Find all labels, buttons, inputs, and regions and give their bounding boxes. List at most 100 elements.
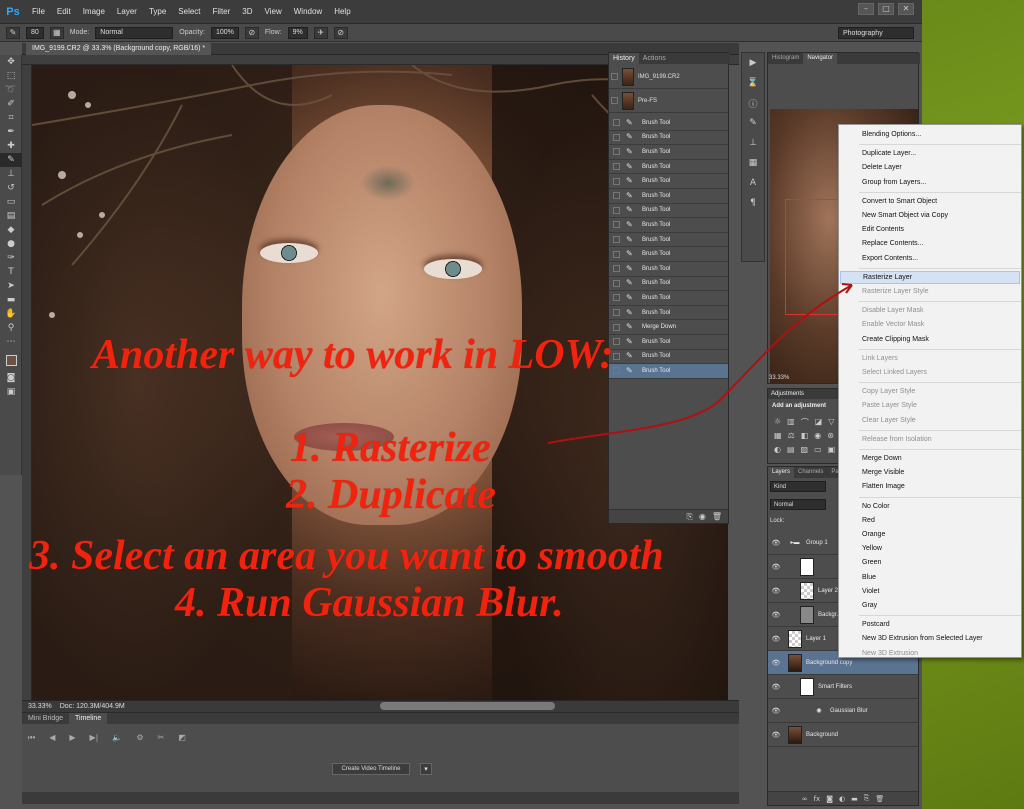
path-select-tool-icon[interactable]: ➤	[0, 279, 22, 293]
zoom-level[interactable]: 33.33%	[28, 703, 52, 710]
menu-select[interactable]: Select	[172, 7, 206, 16]
link-icon[interactable]: ∞	[802, 795, 808, 803]
context-menu-item[interactable]: Duplicate Layer...	[840, 147, 1020, 160]
mask-icon[interactable]: ◙	[826, 795, 833, 803]
tab-actions[interactable]: Actions	[639, 53, 670, 64]
posterize-icon[interactable]: ▤	[787, 445, 795, 454]
layer-row[interactable]: 👁 Smart Filters	[768, 675, 918, 699]
brush-tool-icon[interactable]: ✎	[0, 153, 22, 167]
crop-tool-icon[interactable]: ⌗	[0, 111, 22, 125]
visibility-eye-icon[interactable]: 👁	[768, 659, 784, 667]
healing-brush-tool-icon[interactable]: ✚	[0, 139, 22, 153]
eraser-tool-icon[interactable]: ▭	[0, 195, 22, 209]
document-tab[interactable]: IMG_9199.CR2 @ 33.3% (Background copy, R…	[26, 43, 212, 55]
split-icon[interactable]: ✂	[158, 733, 165, 743]
history-source-checkbox[interactable]	[613, 133, 620, 141]
layer-row[interactable]: 👁 ◉ Gaussian Blur	[768, 699, 918, 723]
history-state[interactable]: ✎ Brush Tool	[609, 262, 728, 277]
photo-filter-icon[interactable]: ◉	[814, 431, 821, 440]
menu-window[interactable]: Window	[288, 7, 328, 16]
context-menu-item[interactable]: Rasterize Layer	[840, 270, 1020, 284]
airbrush-icon[interactable]: ✈	[313, 26, 328, 39]
context-menu-item[interactable]: Postcard	[840, 618, 1020, 631]
history-state[interactable]: ✎ Brush Tool	[609, 233, 728, 248]
mode-select[interactable]: Normal	[95, 26, 174, 39]
brush-panel-icon[interactable]: ▦	[49, 26, 64, 39]
context-menu-item[interactable]: New 3D Extrusion from Selected Layer	[840, 632, 1020, 645]
visibility-eye-icon[interactable]: 👁	[768, 611, 784, 619]
history-source-checkbox[interactable]	[613, 119, 620, 127]
visibility-eye-icon[interactable]: 👁	[768, 731, 784, 739]
context-menu-item[interactable]: No Color	[840, 500, 1020, 513]
layer-thumbnail[interactable]	[788, 725, 802, 744]
zoom-tool-icon[interactable]: ⚲	[0, 321, 22, 335]
menu-edit[interactable]: Edit	[51, 7, 77, 16]
dodge-tool-icon[interactable]: ●	[0, 237, 22, 251]
brush-size-picker[interactable]: 80	[26, 26, 44, 39]
menu-layer[interactable]: Layer	[111, 7, 143, 16]
brush-icon[interactable]: ✎	[742, 113, 764, 133]
history-source-checkbox[interactable]	[613, 221, 620, 229]
invert-icon[interactable]: ◐	[774, 445, 781, 454]
menu-help[interactable]: Help	[328, 7, 356, 16]
menu-view[interactable]: View	[259, 7, 288, 16]
type-tool-icon[interactable]: T	[0, 265, 22, 279]
history-source-checkbox[interactable]	[613, 279, 620, 287]
context-menu-item[interactable]: Blending Options...	[840, 128, 1020, 141]
menu-3d[interactable]: 3D	[236, 7, 258, 16]
layer-thumbnail[interactable]	[788, 629, 802, 648]
history-source-checkbox[interactable]	[613, 352, 620, 360]
gradient-map-icon[interactable]: ▭	[814, 445, 822, 454]
history-state[interactable]: ✎ Brush Tool	[609, 364, 728, 379]
tab-histogram[interactable]: Histogram	[768, 53, 803, 64]
folder-icon[interactable]: ▬	[851, 795, 858, 803]
adjustment-layer-icon[interactable]: ◐	[839, 795, 845, 803]
vibrance-icon[interactable]: ▽	[828, 417, 834, 428]
edit-toolbar-icon[interactable]: ⋯	[0, 335, 22, 349]
levels-icon[interactable]: ▥	[787, 417, 795, 428]
gradient-tool-icon[interactable]: ▤	[0, 209, 22, 223]
context-menu-item[interactable]: Edit Contents	[840, 223, 1020, 236]
context-menu-item[interactable]: Group from Layers...	[840, 176, 1020, 189]
info-icon[interactable]: ⓘ	[742, 93, 764, 113]
history-state[interactable]: ✎ Brush Tool	[609, 131, 728, 146]
visibility-eye-icon[interactable]: 👁	[768, 539, 784, 547]
history-state[interactable]: ✎ Merge Down	[609, 320, 728, 335]
history-source-checkbox[interactable]	[613, 163, 620, 171]
history-state[interactable]: ✎ Brush Tool	[609, 116, 728, 131]
history-source-checkbox[interactable]	[613, 367, 620, 375]
context-menu-item[interactable]: Violet	[840, 585, 1020, 598]
history-state[interactable]: ✎ Brush Tool	[609, 174, 728, 189]
next-frame-icon[interactable]: ▶|	[90, 733, 99, 743]
history-source-checkbox[interactable]	[613, 309, 620, 317]
pressure-size-icon[interactable]: ⊘	[333, 26, 348, 39]
create-video-timeline-button[interactable]: Create Video Timeline	[332, 763, 410, 775]
layer-thumbnail[interactable]	[800, 557, 814, 576]
brightness-icon[interactable]: ☼	[774, 417, 781, 428]
prev-frame-icon[interactable]: ◀	[49, 733, 55, 743]
tab-mini-bridge[interactable]: Mini Bridge	[22, 713, 69, 724]
paragraph-icon[interactable]: ¶	[742, 193, 764, 213]
threshold-icon[interactable]: ▨	[801, 445, 809, 454]
trash-icon[interactable]: 🗑	[875, 795, 884, 803]
menu-image[interactable]: Image	[77, 7, 111, 16]
context-menu-item[interactable]: Blue	[840, 571, 1020, 584]
history-source-checkbox[interactable]	[613, 323, 620, 331]
history-source-checkbox[interactable]	[611, 73, 618, 80]
opacity-field[interactable]: 100%	[210, 26, 239, 39]
context-menu-item[interactable]: Flatten Image	[840, 480, 1020, 493]
lasso-tool-icon[interactable]: ➰	[0, 83, 22, 97]
context-menu-item[interactable]: Export Contents...	[840, 252, 1020, 265]
history-state[interactable]: ✎ Brush Tool	[609, 145, 728, 160]
history-source-checkbox[interactable]	[613, 192, 620, 200]
pen-tool-icon[interactable]: ✑	[0, 251, 22, 265]
history-state[interactable]: ✎ Brush Tool	[609, 350, 728, 365]
history-source-checkbox[interactable]	[613, 265, 620, 273]
menu-file[interactable]: File	[26, 7, 51, 16]
context-menu-item[interactable]: Delete Layer	[840, 161, 1020, 174]
quick-mask-icon[interactable]: ◙	[0, 371, 22, 385]
fx-icon[interactable]: fx	[814, 795, 821, 803]
history-source-checkbox[interactable]	[613, 250, 620, 258]
horizontal-scrollbar[interactable]	[380, 702, 555, 710]
history-state[interactable]: ✎ Brush Tool	[609, 189, 728, 204]
